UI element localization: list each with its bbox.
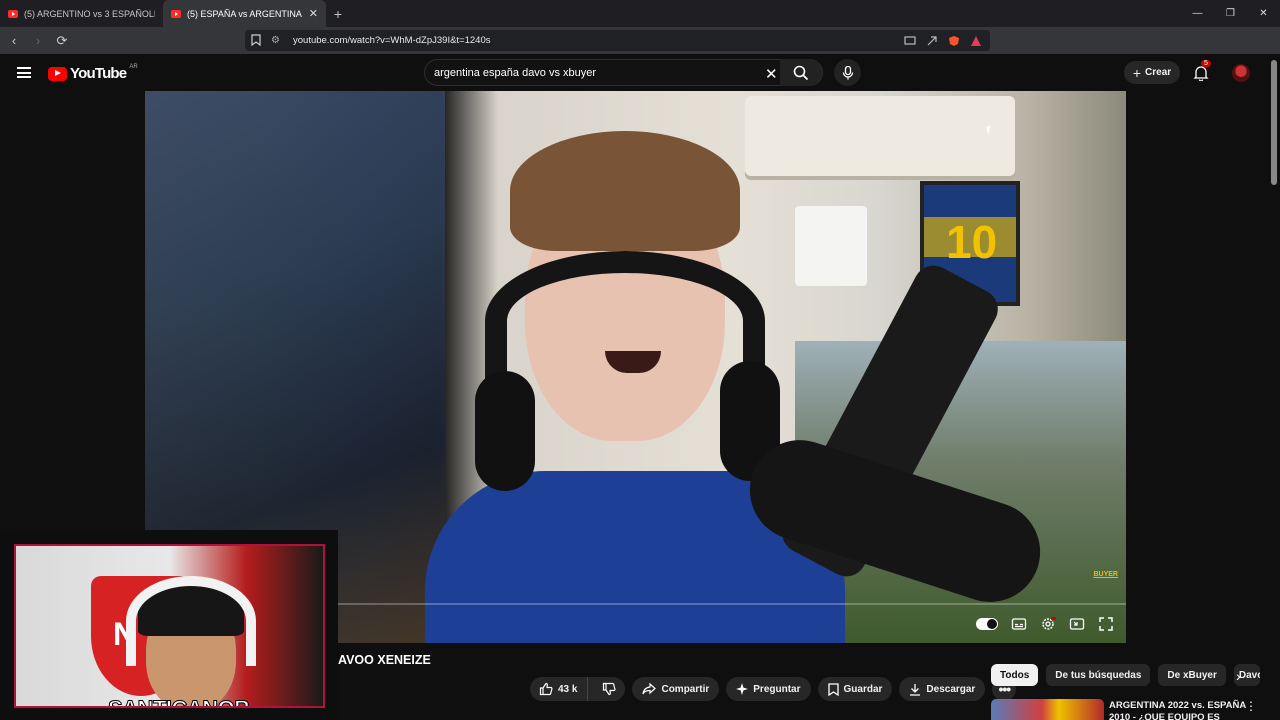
youtube-header: YouTube AR ✕ + Crear 5 (0, 54, 1280, 91)
bell-icon (1193, 66, 1209, 82)
forward-arrow-icon[interactable]: › (28, 33, 48, 48)
like-dislike-group: 43 k (530, 677, 626, 701)
facecam-headphones (126, 576, 256, 666)
youtube-wordmark: YouTube (70, 65, 127, 82)
account-avatar[interactable] (1232, 64, 1250, 82)
youtube-logo[interactable]: YouTube AR (48, 63, 138, 82)
browser-tab-bar: (5) ARGENTINO vs 3 ESPAÑOLES *¿Cuál (5) … (0, 0, 1280, 27)
chip-todos[interactable]: Todos (991, 664, 1039, 686)
share-button[interactable]: Compartir (632, 677, 720, 701)
youtube-favicon-icon (171, 9, 181, 18)
video-scene-streamer (425, 121, 845, 643)
share-page-icon[interactable] (926, 35, 938, 47)
dislike-button[interactable] (593, 677, 625, 701)
plus-icon: + (1132, 64, 1142, 81)
voice-search-button[interactable] (834, 59, 861, 86)
fullscreen-icon[interactable] (1098, 616, 1114, 632)
chip-de-tus-busquedas[interactable]: De tus búsquedas (1046, 664, 1151, 686)
reload-icon[interactable]: ⟳ (52, 33, 72, 49)
tab-label: (5) ESPAÑA vs ARGENTINA ¿Qui (187, 8, 303, 19)
video-actions: 43 k Compartir Preguntar Guardar Descarg… (530, 677, 1017, 701)
minimize-button[interactable]: — (1181, 0, 1214, 27)
video-controls (976, 613, 1126, 635)
like-count: 43 k (558, 683, 578, 695)
autoplay-toggle[interactable] (976, 618, 998, 630)
recommended-thumbnail[interactable] (991, 699, 1104, 720)
download-icon (910, 683, 921, 696)
save-label: Guardar (843, 683, 883, 695)
search-box: ✕ (424, 59, 823, 86)
page-scrollbar[interactable] (1271, 60, 1277, 185)
facecam-frame: N SANTICANOB (14, 544, 325, 708)
channel-watermark[interactable]: BUYER (1093, 571, 1118, 578)
chip-de-xbuyer[interactable]: De xBuyer (1158, 664, 1226, 686)
country-code: AR (129, 63, 138, 70)
bookmark-save-icon (827, 682, 839, 696)
search-button[interactable] (780, 59, 822, 86)
clear-search-icon[interactable]: ✕ (765, 65, 778, 83)
sparkle-icon (736, 683, 749, 695)
download-label: Descargar (926, 683, 976, 695)
brave-shield-icon[interactable] (948, 35, 960, 47)
create-button[interactable]: + Crear (1124, 61, 1180, 84)
recommendation-filter-chips: Todos De tus búsquedas De xBuyer Davo (991, 664, 1260, 686)
thumbs-down-icon (603, 682, 617, 696)
bookmark-icon[interactable] (251, 34, 261, 46)
ask-label: Preguntar (753, 683, 801, 695)
search-input[interactable] (425, 66, 755, 79)
subtitles-icon[interactable] (1011, 616, 1027, 632)
hamburger-menu-icon[interactable] (17, 67, 31, 78)
miniplayer-icon[interactable] (1069, 616, 1085, 632)
download-button[interactable]: Descargar (899, 677, 986, 701)
close-window-button[interactable]: ✕ (1247, 0, 1280, 27)
tab-label: (5) ARGENTINO vs 3 ESPAÑOLES *¿Cuál (24, 8, 155, 19)
headset-cup-left (475, 371, 535, 491)
ask-button[interactable]: Preguntar (726, 677, 811, 701)
notifications-button[interactable]: 5 (1193, 60, 1211, 82)
streamer-name: SANTICANOB (108, 696, 251, 707)
save-button[interactable]: Guardar (817, 677, 893, 701)
new-tab-button[interactable]: + (326, 6, 350, 22)
notification-badge: 5 (1201, 60, 1211, 67)
browser-toolbar: ‹ › ⟳ ⚙ youtube.com/watch?v=WhM-dZpJ39I&… (0, 27, 1280, 73)
settings-gear-icon[interactable] (1040, 616, 1056, 632)
thumbs-up-icon (539, 682, 553, 696)
video-title: AVOO XENEIZE (338, 653, 431, 667)
tab-close-icon[interactable]: ✕ (309, 7, 318, 20)
cast-icon[interactable] (904, 35, 916, 47)
video-scene-air-conditioner (745, 96, 1015, 176)
video-scene-play-button-plaque (795, 206, 867, 286)
youtube-play-icon (48, 66, 67, 81)
recommended-video[interactable]: ARGENTINA 2022 vs. ESPAÑA 2010 - ¿QUE EQ… (991, 697, 1271, 720)
site-settings-icon[interactable]: ⚙ (271, 35, 283, 46)
address-bar[interactable]: ⚙ youtube.com/watch?v=WhM-dZpJ39I&t=1240… (245, 30, 990, 51)
kebab-menu-icon[interactable]: ⋮ (1245, 699, 1257, 713)
browser-tab-2[interactable]: (5) ESPAÑA vs ARGENTINA ¿Qui ✕ (163, 0, 326, 27)
brave-rewards-icon[interactable] (970, 35, 982, 47)
share-label: Compartir (661, 683, 710, 695)
url-text: youtube.com/watch?v=WhM-dZpJ39I&t=1240s (293, 35, 491, 46)
restore-button[interactable]: ❐ (1214, 0, 1247, 27)
facecam-overlay: N SANTICANOB (0, 530, 338, 720)
share-arrow-icon (642, 683, 657, 695)
chips-next-arrow-icon[interactable]: › (1236, 668, 1241, 684)
streamer-hair (510, 131, 740, 251)
search-icon (793, 65, 809, 80)
like-button[interactable]: 43 k (530, 677, 589, 701)
create-label: Crear (1145, 67, 1172, 78)
youtube-favicon-icon (8, 9, 18, 18)
browser-tab-1[interactable]: (5) ARGENTINO vs 3 ESPAÑOLES *¿Cuál (0, 0, 163, 27)
microphone-icon (842, 65, 853, 79)
recommended-title[interactable]: ARGENTINA 2022 vs. ESPAÑA 2010 - ¿QUE EQ… (1109, 700, 1249, 720)
back-arrow-icon[interactable]: ‹ (4, 33, 24, 48)
window-controls: — ❐ ✕ (1181, 0, 1280, 27)
